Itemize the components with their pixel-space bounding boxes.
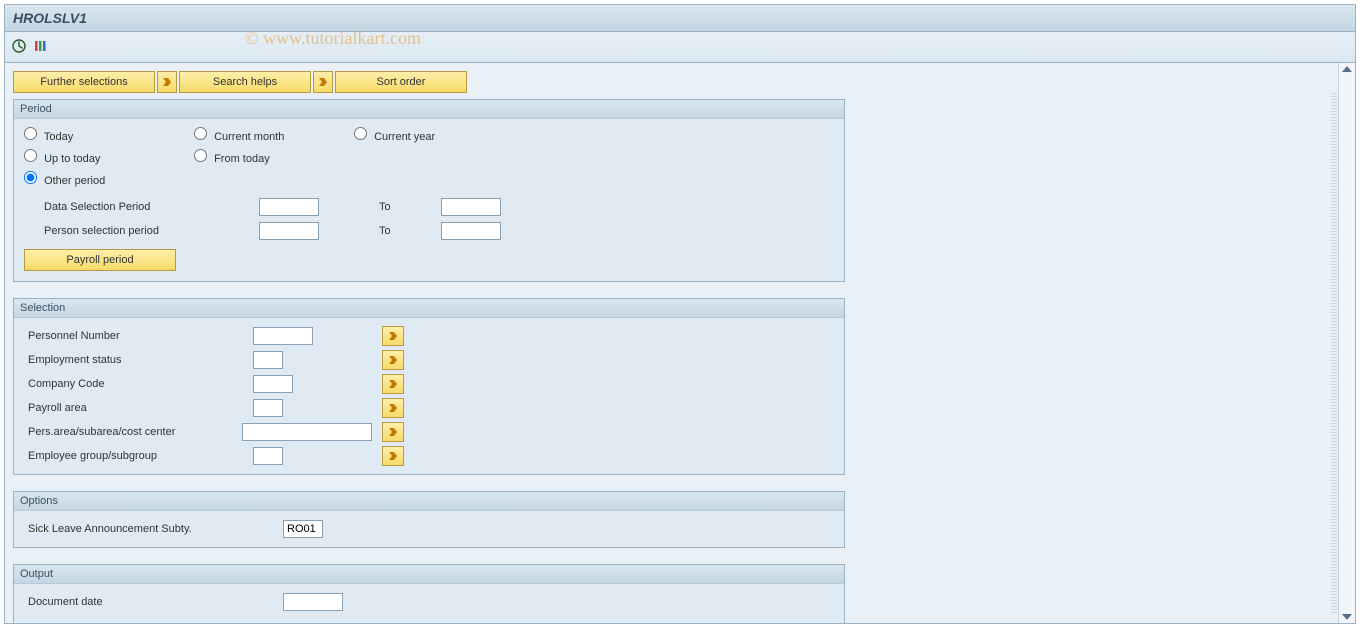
sick-leave-subty-input[interactable] — [283, 520, 323, 538]
title-bar: HROLSLV1 — [4, 4, 1356, 32]
field-label: Payroll area — [24, 402, 253, 414]
company-code-input[interactable] — [253, 375, 293, 393]
person-selection-row: Person selection period To — [24, 219, 834, 243]
button-bar: Further selections Search helps Sort ord… — [13, 71, 1327, 93]
radio-from-today[interactable]: From today — [194, 149, 354, 165]
multi-select-icon[interactable] — [382, 422, 404, 442]
field-label: Pers.area/subarea/cost center — [24, 426, 242, 438]
radio-label: Current month — [214, 131, 284, 143]
scrollbar[interactable] — [1338, 63, 1355, 623]
field-label: Document date — [24, 596, 283, 608]
arrow-right-icon[interactable] — [157, 71, 177, 93]
to-label: To — [379, 201, 441, 213]
multi-select-icon[interactable] — [382, 398, 404, 418]
field-label: Data Selection Period — [24, 201, 259, 213]
radio-label: Today — [44, 131, 73, 143]
radio-current-year[interactable]: Current year — [354, 127, 514, 143]
period-radio-grid: Today Current month Current year Up to t… — [24, 127, 834, 187]
radio-other-period[interactable]: Other period — [24, 171, 194, 187]
group-header: Output — [14, 565, 844, 584]
group-header: Selection — [14, 299, 844, 318]
arrow-right-icon[interactable] — [313, 71, 333, 93]
group-header: Period — [14, 100, 844, 119]
selection-group: Selection Personnel Number Employment st… — [13, 298, 845, 475]
personnel-number-input[interactable] — [253, 327, 313, 345]
field-label: Employment status — [24, 354, 253, 366]
data-selection-row: Data Selection Period To — [24, 195, 834, 219]
radio-label: Current year — [374, 131, 435, 143]
page-title: HROLSLV1 — [13, 10, 87, 26]
output-group: Output Document date Print-out Output — [13, 564, 845, 624]
options-group: Options Sick Leave Announcement Subty. — [13, 491, 845, 548]
work-area: Further selections Search helps Sort ord… — [4, 62, 1356, 624]
radio-up-to-today[interactable]: Up to today — [24, 149, 194, 165]
radio-today[interactable]: Today — [24, 127, 194, 143]
employment-status-input[interactable] — [253, 351, 283, 369]
multi-select-icon[interactable] — [382, 326, 404, 346]
field-label: Employee group/subgroup — [24, 450, 253, 462]
variant-icon[interactable] — [33, 38, 49, 57]
toolbar: © www.tutorialkart.com — [4, 32, 1356, 63]
multi-select-icon[interactable] — [382, 350, 404, 370]
payroll-area-input[interactable] — [253, 399, 283, 417]
resize-strip[interactable] — [1331, 93, 1337, 615]
radio-label: Other period — [44, 175, 105, 187]
person-selection-from-input[interactable] — [259, 222, 319, 240]
radio-current-month[interactable]: Current month — [194, 127, 354, 143]
content: Further selections Search helps Sort ord… — [13, 71, 1327, 615]
group-header: Options — [14, 492, 844, 511]
person-selection-to-input[interactable] — [441, 222, 501, 240]
field-label: Sick Leave Announcement Subty. — [24, 523, 283, 535]
scroll-down-icon[interactable] — [1342, 614, 1352, 620]
period-group: Period Today Current month Current year … — [13, 99, 845, 282]
multi-select-icon[interactable] — [382, 446, 404, 466]
execute-clock-icon[interactable] — [11, 38, 27, 57]
sort-order-button[interactable]: Sort order — [335, 71, 467, 93]
field-label: Personnel Number — [24, 330, 253, 342]
document-date-input[interactable] — [283, 593, 343, 611]
search-helps-button[interactable]: Search helps — [179, 71, 311, 93]
payroll-period-button[interactable]: Payroll period — [24, 249, 176, 271]
field-label: Person selection period — [24, 225, 259, 237]
employee-group-input[interactable] — [253, 447, 283, 465]
data-selection-to-input[interactable] — [441, 198, 501, 216]
watermark: © www.tutorialkart.com — [245, 28, 421, 49]
pers-area-input[interactable] — [242, 423, 372, 441]
field-label: Company Code — [24, 378, 253, 390]
to-label: To — [379, 225, 441, 237]
further-selections-button[interactable]: Further selections — [13, 71, 155, 93]
radio-label: Up to today — [44, 153, 100, 165]
radio-label: From today — [214, 153, 270, 165]
multi-select-icon[interactable] — [382, 374, 404, 394]
data-selection-from-input[interactable] — [259, 198, 319, 216]
scroll-up-icon[interactable] — [1342, 66, 1352, 72]
